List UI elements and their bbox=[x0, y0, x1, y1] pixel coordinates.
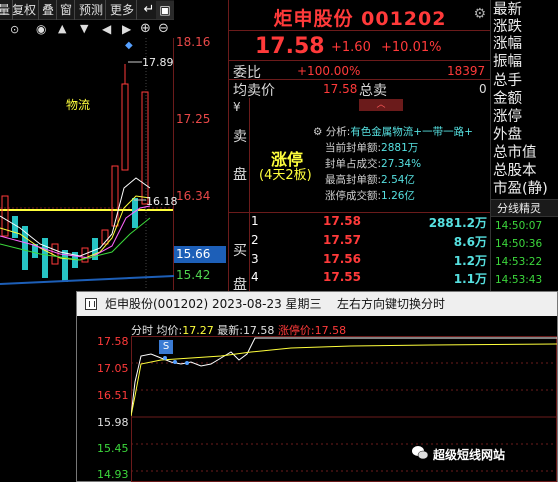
price-change: +1.60 bbox=[331, 40, 371, 55]
last-price: 17.58 bbox=[255, 34, 325, 59]
list-item[interactable]: 涨停 bbox=[493, 109, 522, 125]
buy-order-row[interactable]: 1 17.58 2881.2万 bbox=[229, 214, 491, 232]
nav-left-icon[interactable]: ◀ bbox=[102, 22, 111, 36]
avg-sell-value: 17.58 bbox=[323, 82, 358, 96]
gear-icon[interactable]: ⚙ bbox=[473, 6, 486, 22]
sell-char-3: 盘 bbox=[233, 167, 247, 183]
window-toggle-icon[interactable]: ▣ bbox=[156, 1, 174, 19]
more-button[interactable]: 更多 bbox=[108, 0, 138, 20]
tick-time: 14:53:43 bbox=[495, 274, 543, 286]
tick-header[interactable]: 分线精灵 bbox=[491, 199, 558, 217]
overlay-button[interactable]: 叠 bbox=[40, 0, 58, 20]
nav-up-icon[interactable]: ▲ bbox=[58, 22, 66, 35]
limit-up-days: (4天2板) bbox=[259, 168, 312, 183]
nav-right-icon[interactable]: ▶ bbox=[122, 22, 131, 36]
zoom-in-icon[interactable]: ⊕ bbox=[140, 21, 151, 36]
sell-signal-marker[interactable]: S bbox=[159, 340, 173, 354]
nav-down-icon[interactable]: ▼ bbox=[80, 22, 88, 35]
tick-time: 14:53:22 bbox=[495, 256, 543, 268]
chart-window-icon bbox=[85, 298, 97, 310]
popup-axis-label: 17.58 bbox=[97, 335, 129, 348]
list-item[interactable]: 涨幅 bbox=[493, 36, 522, 52]
axis-label-4: 15.42 bbox=[176, 268, 211, 282]
chart-icons-row: ⊙ ◉ ▲ ▼ ◀ ▶ ⊕ ⊖ bbox=[0, 21, 174, 38]
total-sell-label: 总卖 bbox=[359, 83, 387, 99]
list-item[interactable]: 市盈(静) bbox=[493, 181, 548, 197]
analysis-line[interactable]: ⚙ 分析:有色金属物流+一带一路+ bbox=[313, 124, 473, 139]
list-item[interactable]: 金额 bbox=[493, 91, 522, 107]
total-sell-value: 0 bbox=[479, 82, 487, 96]
diamond-marker-icon: ◆ bbox=[125, 40, 133, 51]
eye-icon[interactable]: ◉ bbox=[36, 22, 46, 36]
weibi-value: +100.00% bbox=[297, 64, 361, 78]
intraday-popup[interactable]: 炬申股份(001202) 2023-08-23 星期三 左右方向键切换分时 分时… bbox=[76, 291, 558, 482]
high-price-marker: 17.89 bbox=[142, 56, 174, 69]
popup-axis-label: 17.05 bbox=[97, 362, 129, 375]
restore-rights-button[interactable]: 复权 bbox=[10, 0, 40, 20]
list-item[interactable]: 涨跌 bbox=[493, 19, 522, 35]
list-item[interactable]: 最新 bbox=[493, 2, 522, 18]
kline-chart[interactable] bbox=[0, 38, 174, 290]
buy-order-row[interactable]: 2 17.57 8.6万 bbox=[229, 233, 491, 251]
buy-order-row[interactable]: 3 17.56 1.2万 bbox=[229, 252, 491, 270]
tick-time: 14:50:07 bbox=[495, 220, 543, 232]
weibi-count: 18397 bbox=[447, 64, 486, 78]
popup-axis-label: 15.98 bbox=[97, 416, 129, 429]
lock-icon[interactable]: ⊙ bbox=[10, 23, 19, 36]
info-line-1: 当前封单额:2881万 bbox=[325, 142, 419, 154]
wechat-icon bbox=[412, 446, 429, 460]
sell-char-2: 卖 bbox=[233, 129, 247, 145]
current-price-tag: 15.66 bbox=[174, 246, 226, 263]
tick-time: 14:50:36 bbox=[495, 238, 543, 250]
collapse-toggle[interactable]: ︿ bbox=[359, 99, 403, 111]
list-item[interactable]: 总股本 bbox=[493, 163, 537, 179]
axis-label-1: 18.16 bbox=[176, 35, 211, 49]
axis-label-2: 17.25 bbox=[176, 112, 211, 126]
popup-axis-label: 16.51 bbox=[97, 389, 129, 402]
low-price-marker: 16.18 bbox=[146, 195, 178, 208]
popup-axis-label: 14.93 bbox=[97, 468, 129, 481]
forecast-button[interactable]: 预测 bbox=[77, 0, 107, 20]
list-item[interactable]: 振幅 bbox=[493, 54, 522, 70]
list-item[interactable]: 总手 bbox=[493, 73, 522, 89]
watermark: 超级短线网站 bbox=[433, 448, 506, 462]
avg-sell-label: 均卖价 bbox=[233, 83, 275, 99]
buy-order-row[interactable]: 4 17.55 1.1万 bbox=[229, 270, 491, 288]
popup-title: 炬申股份(001202) 2023-08-23 星期三 bbox=[105, 297, 322, 311]
info-line-2: 封单占成交:27.34% bbox=[325, 158, 422, 170]
info-line-4: 涨停成交额:1.26亿 bbox=[325, 190, 415, 202]
price-change-pct: +10.01% bbox=[381, 40, 442, 55]
chart-annotation: 物流 bbox=[66, 98, 91, 112]
stock-title[interactable]: 炬申股份 001202 bbox=[229, 4, 491, 31]
chart-toolbar: 量 复权 叠 窗 预测 更多 ↵ bbox=[0, 0, 174, 20]
popup-title-bar[interactable]: 炬申股份(001202) 2023-08-23 星期三 左右方向键切换分时 bbox=[77, 292, 557, 316]
analysis-icon: ⚙ bbox=[313, 126, 323, 138]
sell-char-1: ¥ bbox=[233, 100, 241, 114]
info-line-3: 最高封单额:2.54亿 bbox=[325, 174, 415, 186]
list-item[interactable]: 外盘 bbox=[493, 127, 522, 143]
list-item[interactable]: 总市值 bbox=[493, 145, 537, 161]
popup-hint: 左右方向键切换分时 bbox=[337, 297, 446, 311]
window-button[interactable]: 窗 bbox=[58, 0, 76, 20]
axis-label-3: 16.34 bbox=[176, 189, 211, 203]
zoom-out-icon[interactable]: ⊖ bbox=[158, 21, 169, 36]
popup-axis-label: 15.45 bbox=[97, 442, 129, 455]
